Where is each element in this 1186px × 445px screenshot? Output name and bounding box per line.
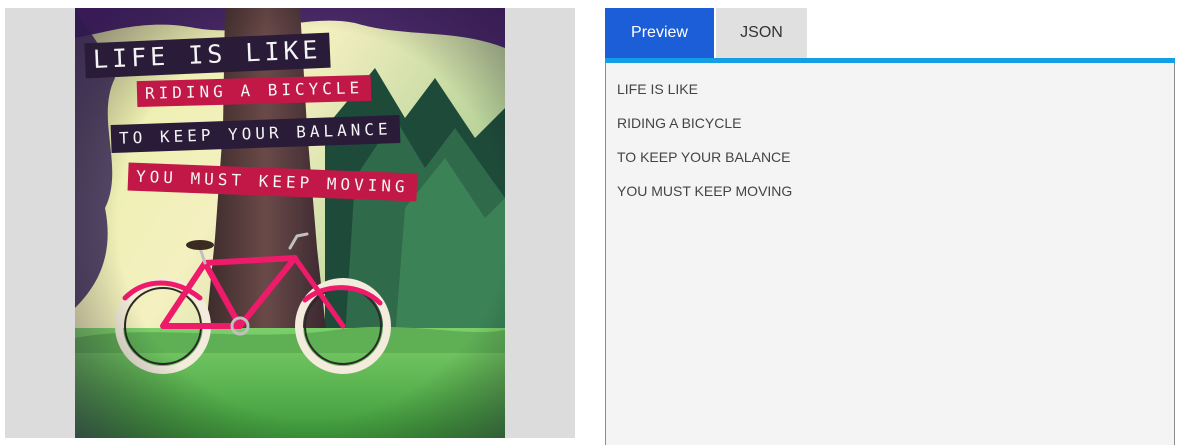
tab-json-label: JSON — [740, 24, 783, 41]
tab-preview-label: Preview — [631, 24, 688, 41]
preview-line: RIDING A BICYCLE — [617, 115, 742, 131]
poster-image: LIFE IS LIKE RIDING A BICYCLE TO KEEP YO… — [75, 8, 505, 438]
preview-line: LIFE IS LIKE — [617, 81, 698, 97]
preview-line: YOU MUST KEEP MOVING — [617, 183, 793, 199]
tab-json[interactable]: JSON — [716, 8, 807, 58]
preview-line: TO KEEP YOUR BALANCE — [617, 149, 791, 165]
tab-bar: Preview JSON — [605, 8, 807, 58]
image-pane: LIFE IS LIKE RIDING A BICYCLE TO KEEP YO… — [5, 8, 575, 438]
tab-preview[interactable]: Preview — [605, 8, 714, 58]
preview-panel: LIFE IS LIKE RIDING A BICYCLE TO KEEP YO… — [605, 63, 1175, 445]
